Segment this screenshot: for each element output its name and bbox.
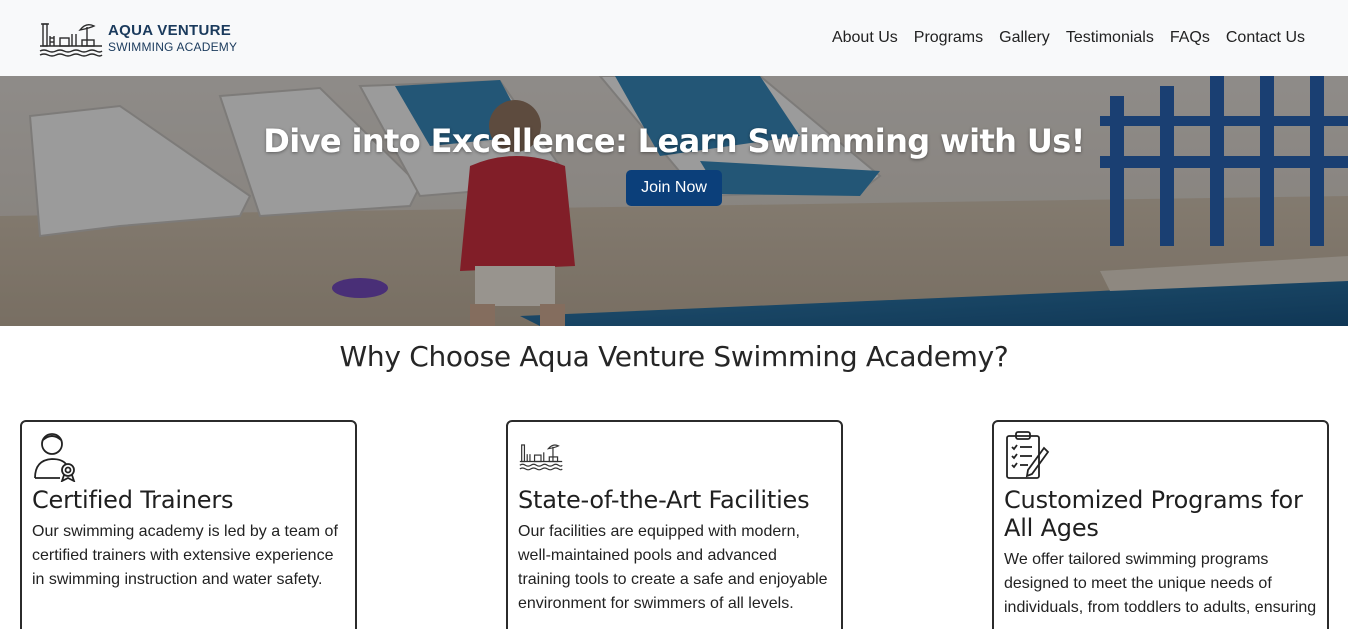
brand-name-line2: SWIMMING ACADEMY	[108, 40, 238, 54]
features-heading: Why Choose Aqua Venture Swimming Academy…	[339, 340, 1009, 373]
nav-link-gallery[interactable]: Gallery	[999, 29, 1050, 47]
pool-facility-icon	[519, 444, 563, 471]
main-nav: About Us Programs Gallery Testimonials F…	[832, 29, 1305, 47]
brand-name: AQUA VENTURE SWIMMING ACADEMY	[108, 23, 237, 53]
nav-link-testimonials[interactable]: Testimonials	[1066, 29, 1154, 47]
feature-card-title: Customized Programs for All Ages	[1004, 486, 1303, 542]
nav-link-faqs[interactable]: FAQs	[1170, 29, 1210, 47]
hero-banner: Dive into Excellence: Learn Swimming wit…	[0, 76, 1348, 326]
hero-title: Dive into Excellence: Learn Swimming wit…	[263, 122, 1085, 160]
feature-card-text: Our facilities are equipped with modern,…	[518, 523, 828, 612]
join-now-button[interactable]: Join Now	[626, 170, 722, 206]
brand-logo-link[interactable]: AQUA VENTURE SWIMMING ACADEMY	[38, 16, 237, 60]
brand-name-line1: AQUA VENTURE	[108, 22, 232, 39]
nav-link-about-us[interactable]: About Us	[832, 29, 898, 47]
nav-link-programs[interactable]: Programs	[914, 29, 983, 47]
checklist-icon	[1006, 431, 1050, 479]
feature-card-title: Certified Trainers	[32, 486, 234, 514]
hero-content: Dive into Excellence: Learn Swimming wit…	[0, 76, 1348, 206]
feature-card-programs: Customized Programs for All Ages We offe…	[992, 420, 1329, 629]
feature-card-text: Our swimming academy is led by a team of…	[32, 523, 338, 588]
feature-card-facilities: State-of-the-Art Facilities Our faciliti…	[506, 420, 843, 629]
certified-trainer-icon	[34, 433, 76, 482]
nav-link-contact-us[interactable]: Contact Us	[1226, 29, 1305, 47]
feature-card-certified-trainers: Certified Trainers Our swimming academy …	[20, 420, 357, 629]
feature-card-text: We offer tailored swimming programs desi…	[1004, 551, 1317, 616]
pool-pier-umbrella-icon	[39, 23, 103, 57]
feature-card-title: State-of-the-Art Facilities	[518, 486, 810, 514]
site-header: AQUA VENTURE SWIMMING ACADEMY About Us P…	[0, 0, 1348, 76]
